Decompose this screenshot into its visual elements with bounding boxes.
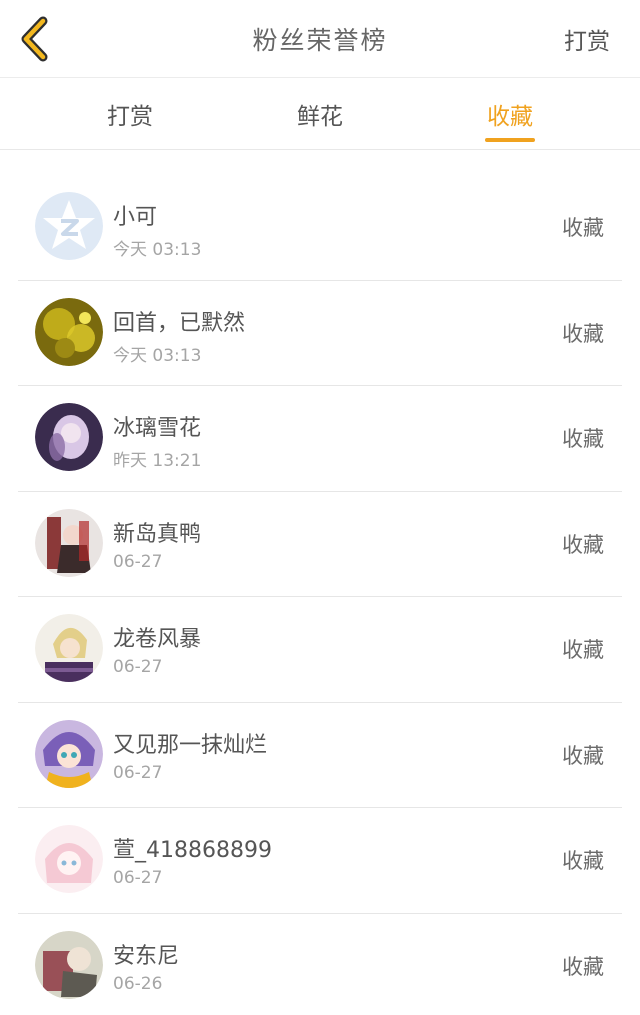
- fan-row[interactable]: 冰璃雪花 昨天 13:21 收藏: [18, 386, 622, 492]
- user-avatar: [35, 614, 103, 682]
- fan-row[interactable]: 回首，已默然 今天 03:13 收藏: [18, 281, 622, 386]
- fan-row[interactable]: 小可 今天 03:13 收藏: [18, 175, 622, 281]
- default-avatar: [35, 192, 103, 260]
- user-avatar: [35, 930, 103, 999]
- fan-time: 06-27: [113, 762, 163, 783]
- reward-button[interactable]: 打赏: [564, 0, 610, 78]
- fan-name: 龙卷风暴: [113, 627, 202, 652]
- page-title: 粉丝荣誉榜: [252, 26, 388, 55]
- fan-action-label: 收藏: [562, 954, 604, 979]
- tab-reward[interactable]: 打赏: [70, 78, 190, 150]
- user-avatar: [35, 403, 103, 471]
- fan-action-label: 收藏: [562, 638, 604, 662]
- user-avatar: [35, 719, 103, 788]
- fan-time: 昨天 13:21: [113, 451, 202, 471]
- tab-bar: 打赏 鲜花 收藏: [0, 78, 640, 150]
- fan-time: 06-27: [113, 657, 163, 677]
- fan-name: 新岛真鸭: [113, 521, 202, 547]
- fan-time: 06-26: [113, 973, 163, 994]
- user-avatar: [35, 508, 103, 577]
- fan-time: 06-27: [113, 868, 163, 888]
- fan-name: 又见那一抹灿烂: [113, 732, 268, 758]
- app-screen: 粉丝荣誉榜 打赏 打赏 鲜花 收藏 小可 今天 03:13 收藏 回首，已默然 …: [0, 0, 640, 1015]
- fan-row[interactable]: 安东尼 06-26 收藏: [18, 914, 622, 1015]
- user-avatar: [35, 825, 103, 893]
- fan-row[interactable]: 龙卷风暴 06-27 收藏: [18, 597, 622, 703]
- user-avatar: [35, 297, 103, 366]
- fan-name: 萱_418868899: [113, 838, 272, 863]
- fan-name: 安东尼: [113, 943, 180, 969]
- fan-row[interactable]: 又见那一抹灿烂 06-27 收藏: [18, 703, 622, 808]
- fan-action-label: 收藏: [562, 216, 604, 240]
- fan-action-label: 收藏: [562, 849, 604, 873]
- fan-row[interactable]: 萱_418868899 06-27 收藏: [18, 808, 622, 914]
- fan-action-label: 收藏: [562, 743, 604, 768]
- fan-name: 冰璃雪花: [113, 416, 202, 441]
- fan-time: 今天 03:13: [113, 345, 202, 366]
- fan-list: 小可 今天 03:13 收藏 回首，已默然 今天 03:13 收藏 冰璃雪花 昨…: [0, 175, 640, 1015]
- active-tab-indicator: [485, 138, 535, 142]
- fan-name: 小可: [113, 205, 158, 230]
- fan-name: 回首，已默然: [113, 310, 246, 336]
- tab-flowers[interactable]: 鲜花: [260, 78, 380, 150]
- fan-row[interactable]: 新岛真鸭 06-27 收藏: [18, 492, 622, 597]
- fan-action-label: 收藏: [562, 427, 604, 451]
- header-bar: 粉丝荣誉榜 打赏: [0, 0, 640, 78]
- fan-time: 06-27: [113, 551, 163, 572]
- fan-action-label: 收藏: [562, 321, 604, 346]
- fan-time: 今天 03:13: [113, 240, 202, 260]
- fan-action-label: 收藏: [562, 532, 604, 557]
